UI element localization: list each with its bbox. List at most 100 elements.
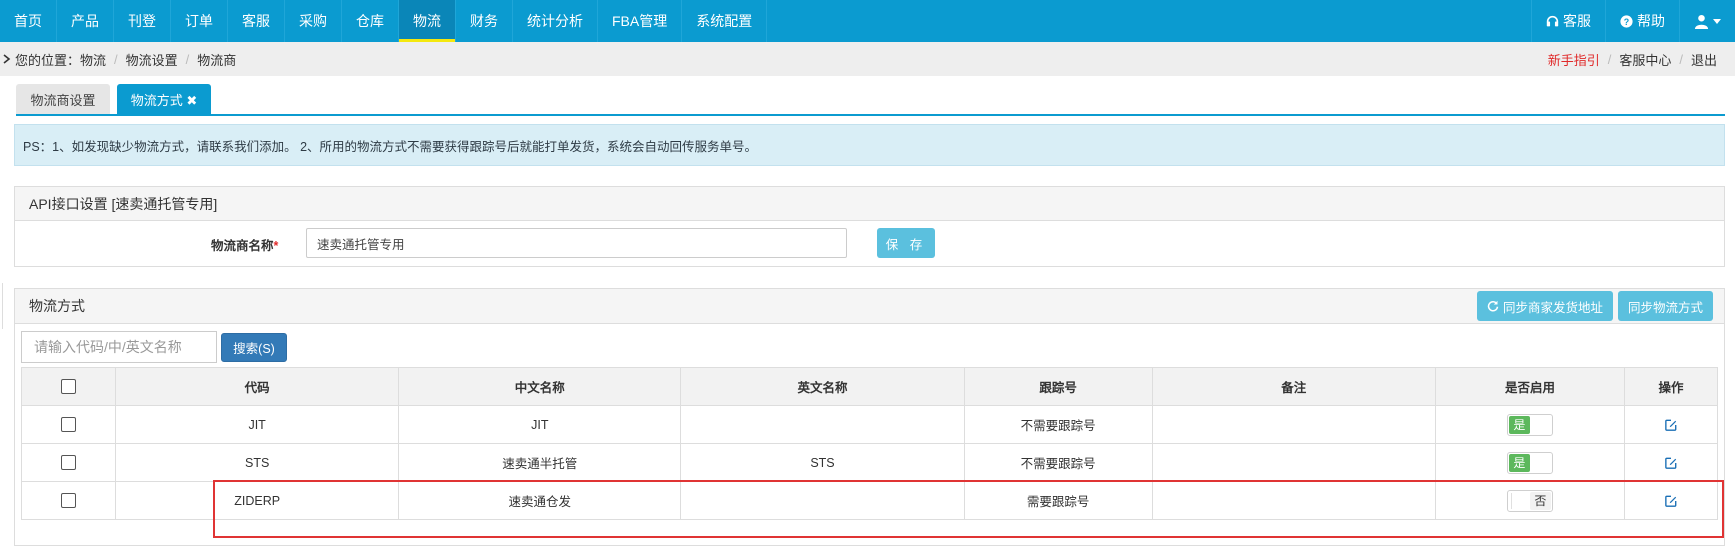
service-center-link[interactable]: 客服中心 (1619, 50, 1671, 69)
cell-enabled: 是 (1434, 443, 1626, 482)
tab-logistics-provider-settings[interactable]: 物流商设置 (16, 84, 110, 114)
cell-action (1624, 481, 1718, 520)
row-checkbox[interactable] (61, 493, 77, 509)
row-checkbox[interactable] (61, 455, 77, 471)
nav-right-group: 客服 ? 帮助 (1531, 0, 1735, 42)
svg-text:?: ? (1624, 16, 1629, 26)
cell-remark (1151, 405, 1436, 444)
tab-bar: 物流商设置 物流方式 ✖ (16, 84, 1725, 116)
nav-item-home[interactable]: 首页 (0, 0, 56, 42)
column-header-cn-name: 中文名称 (398, 367, 682, 406)
table-header-row: 代码 中文名称 英文名称 跟踪号 备注 是否启用 操作 (20, 367, 1718, 406)
method-panel-header: 物流方式 同步商家发货地址 同步物流方式 (15, 289, 1724, 324)
user-icon (1694, 14, 1709, 29)
nav-item-statistics[interactable]: 统计分析 (513, 0, 597, 42)
cell-en-name (680, 481, 965, 520)
cell-en-name: STS (680, 443, 965, 482)
edit-icon[interactable] (1665, 495, 1677, 508)
tab-logistics-method[interactable]: 物流方式 ✖ (117, 84, 211, 114)
row-select-cell (20, 481, 117, 520)
api-panel-title: API接口设置 [速卖通托管专用] (15, 187, 1724, 221)
breadcrumb-separator: / (185, 51, 190, 67)
save-button[interactable]: 保 存 (877, 228, 935, 258)
cell-action (1624, 443, 1718, 482)
nav-item-orders[interactable]: 订单 (171, 0, 227, 42)
row-select-cell (20, 443, 117, 482)
cell-cn-name: JIT (398, 405, 682, 444)
cell-code: STS (115, 443, 400, 482)
column-header-code: 代码 (115, 367, 400, 406)
refresh-icon (1487, 300, 1499, 312)
toggle-on-label: 是 (1508, 415, 1530, 434)
cell-code: ZIDERP (115, 481, 400, 520)
provider-name-label: 物流商名称* (211, 235, 278, 254)
nav-item-purchase[interactable]: 采购 (285, 0, 341, 42)
cell-action (1624, 405, 1718, 444)
user-menu[interactable] (1680, 0, 1735, 42)
sync-logistics-method-button[interactable]: 同步物流方式 (1618, 291, 1713, 321)
select-all-cell (20, 367, 117, 406)
edit-icon[interactable] (1665, 457, 1677, 470)
column-header-action: 操作 (1624, 367, 1718, 406)
api-form-row: 物流商名称* 速卖通托管专用 保 存 (15, 227, 1724, 261)
table-row: JIT JIT 不需要跟踪号 是 (20, 405, 1718, 444)
column-header-remark: 备注 (1151, 367, 1436, 406)
cell-cn-name: 速卖通半托管 (398, 443, 682, 482)
breadcrumb-separator: / (1679, 51, 1683, 67)
nav-item-listing[interactable]: 刊登 (114, 0, 170, 42)
headset-icon (1546, 15, 1559, 26)
row-checkbox[interactable] (61, 417, 77, 433)
guide-link[interactable]: 新手指引 (1548, 50, 1600, 69)
cell-enabled: 是 (1434, 405, 1626, 444)
cell-remark (1151, 481, 1436, 520)
nav-item-logistics[interactable]: 物流 (399, 0, 455, 42)
enabled-toggle[interactable]: 是 (1506, 451, 1553, 474)
api-settings-panel: API接口设置 [速卖通托管专用] 物流商名称* 速卖通托管专用 保 存 (14, 186, 1725, 267)
breadcrumb: 您的位置： 物流 / 物流设置 / 物流商 新手指引 / 客服中心 / 退出 (0, 42, 1735, 76)
nav-divider (766, 0, 768, 42)
search-button[interactable]: 搜索(S) (221, 333, 287, 362)
chevron-right-icon (3, 54, 11, 64)
table-row: ZIDERP 速卖通仓发 需要跟踪号 否 (20, 481, 1718, 520)
breadcrumb-item[interactable]: 物流设置 (126, 50, 178, 69)
breadcrumb-item[interactable]: 物流 (80, 50, 106, 69)
sync-merchant-address-button[interactable]: 同步商家发货地址 (1477, 291, 1613, 321)
top-nav: 首页 产品 刊登 订单 客服 采购 仓库 物流 财务 统计分析 FBA管理 系统… (0, 0, 1735, 42)
breadcrumb-right-links: 新手指引 / 客服中心 / 退出 (1548, 42, 1717, 76)
nav-item-system-config[interactable]: 系统配置 (682, 0, 766, 42)
enabled-toggle[interactable]: 否 (1506, 489, 1553, 512)
nav-item-finance[interactable]: 财务 (456, 0, 512, 42)
left-edge-marker (0, 283, 3, 329)
nav-item-customer-service[interactable]: 客服 (228, 0, 284, 42)
nav-item-warehouse[interactable]: 仓库 (342, 0, 398, 42)
cell-enabled: 否 (1434, 481, 1626, 520)
sync-merchant-address-label: 同步商家发货地址 (1502, 300, 1603, 315)
nav-item-fba[interactable]: FBA管理 (598, 0, 681, 42)
logout-link[interactable]: 退出 (1691, 50, 1717, 69)
edit-icon[interactable] (1665, 419, 1677, 432)
cell-tracking: 不需要跟踪号 (963, 405, 1153, 444)
logistics-method-panel: 物流方式 同步商家发货地址 同步物流方式 请输入代码/中/英文名称 搜索(S) … (14, 288, 1725, 546)
cell-remark (1151, 443, 1436, 482)
select-all-checkbox[interactable] (61, 379, 77, 395)
nav-service-link[interactable]: 客服 (1532, 0, 1605, 42)
question-circle-icon: ? (1620, 14, 1633, 28)
cell-code: JIT (115, 405, 400, 444)
enabled-toggle[interactable]: 是 (1506, 413, 1553, 436)
column-header-enabled: 是否启用 (1434, 367, 1626, 406)
required-mark: * (273, 239, 279, 253)
search-input[interactable]: 请输入代码/中/英文名称 (21, 331, 217, 363)
cell-en-name (680, 405, 965, 444)
column-header-tracking: 跟踪号 (963, 367, 1153, 406)
nav-help-label: 帮助 (1637, 13, 1665, 29)
nav-help-link[interactable]: ? 帮助 (1606, 0, 1679, 42)
breadcrumb-separator: / (1607, 51, 1612, 67)
cell-tracking: 不需要跟踪号 (963, 443, 1153, 482)
provider-name-input[interactable]: 速卖通托管专用 (306, 228, 847, 258)
method-panel-title: 物流方式 (29, 298, 85, 314)
breadcrumb-separator: / (114, 51, 118, 67)
nav-item-product[interactable]: 产品 (57, 0, 113, 42)
provider-name-label-text: 物流商名称 (211, 239, 274, 253)
column-header-en-name: 英文名称 (680, 367, 965, 406)
logistics-method-table: 代码 中文名称 英文名称 跟踪号 备注 是否启用 操作 JIT JIT 不需要跟… (20, 367, 1718, 520)
